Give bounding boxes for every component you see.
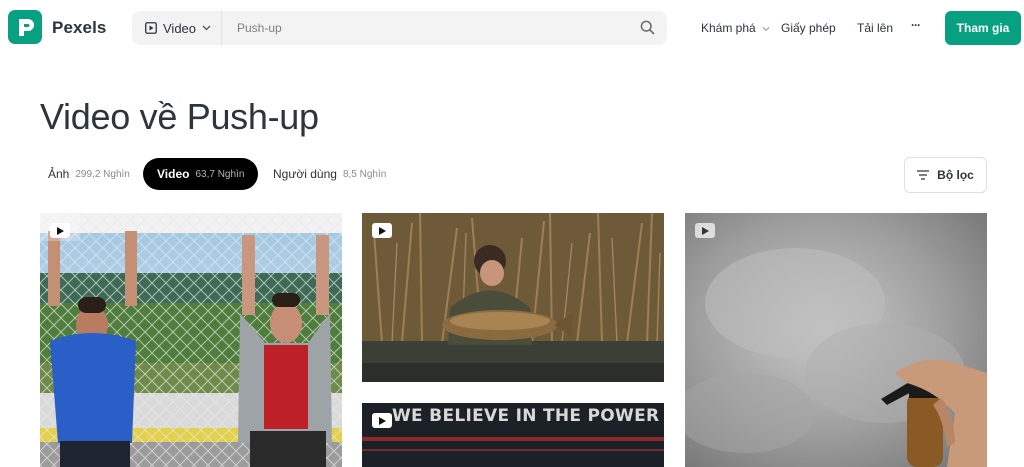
play-icon <box>372 223 392 238</box>
tab-count: 299,2 Nghìn <box>75 168 130 180</box>
tab-count: 63,7 Nghìn <box>195 168 245 180</box>
play-icon <box>695 223 715 238</box>
search-input[interactable]: Push-up <box>237 21 282 35</box>
video-thumbnail <box>40 213 342 467</box>
video-type-icon <box>145 22 157 34</box>
filter-label: Bộ lọc <box>937 168 974 182</box>
tab-users[interactable]: Người dùng 8,5 Nghìn <box>273 158 386 190</box>
brand-name[interactable]: Pexels <box>52 18 106 38</box>
search-type-label: Video <box>163 20 197 36</box>
tab-label: Video <box>157 167 190 181</box>
play-icon <box>50 223 70 238</box>
nav-license[interactable]: Giấy phép <box>781 21 836 35</box>
video-tile[interactable] <box>40 213 342 467</box>
nav-upload[interactable]: Tải lên <box>857 21 893 35</box>
tab-label: Người dùng <box>273 167 337 181</box>
tab-label: Ảnh <box>48 167 70 181</box>
chevron-down-icon <box>762 26 770 32</box>
search-icon[interactable] <box>640 20 655 35</box>
video-tile[interactable] <box>362 213 664 382</box>
tab-videos[interactable]: Video 63,7 Nghìn <box>143 158 259 190</box>
play-icon <box>372 413 392 428</box>
search-type-dropdown[interactable]: Video <box>132 11 222 45</box>
video-banner-text: WE BELIEVE IN THE POWER OF <box>392 406 664 426</box>
video-thumbnail <box>685 213 987 467</box>
join-button[interactable]: Tham gia <box>945 11 1021 45</box>
tab-count: 8,5 Nghìn <box>342 168 387 180</box>
page-title: Video về Push-up <box>40 96 319 137</box>
nav-explore[interactable]: Khám phá <box>701 21 770 35</box>
top-navigation: Pexels Video Push-up Khám phá Giấy phép … <box>0 0 1024 56</box>
tab-photos[interactable]: Ảnh 299,2 Nghìn <box>48 158 130 190</box>
search-bar: Video Push-up <box>132 11 667 45</box>
video-tile[interactable] <box>685 213 987 467</box>
filter-icon <box>917 170 930 180</box>
pexels-logo-icon[interactable] <box>8 10 42 44</box>
video-tile[interactable]: WE BELIEVE IN THE POWER OF <box>362 403 664 467</box>
more-options-icon[interactable]: ··· <box>911 18 921 32</box>
video-thumbnail <box>362 213 664 382</box>
nav-explore-label: Khám phá <box>701 21 756 35</box>
filter-button[interactable]: Bộ lọc <box>904 157 987 193</box>
chevron-down-icon <box>202 25 211 31</box>
